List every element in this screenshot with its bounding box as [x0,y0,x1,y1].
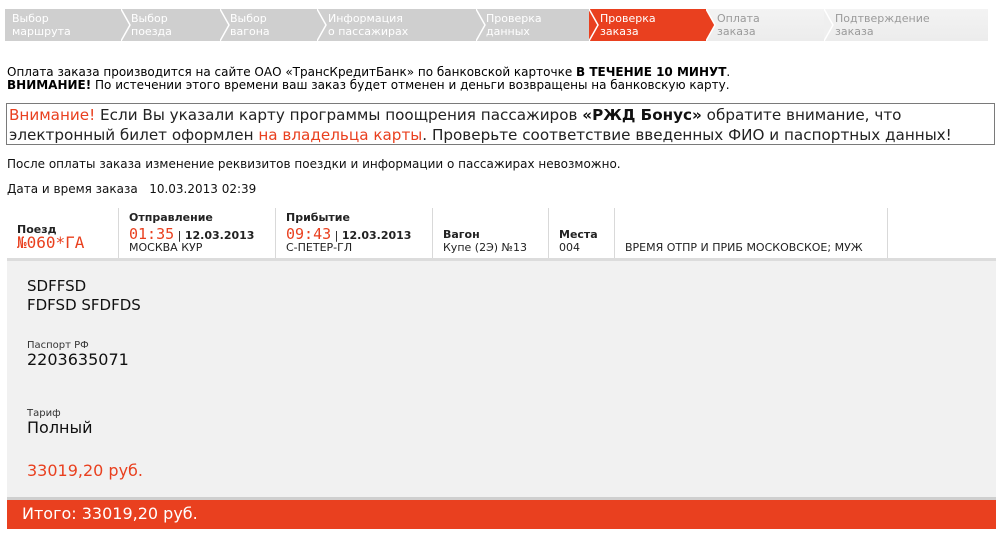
passenger-last-name: SDFFSD [27,277,87,295]
step-arrow-icon [824,9,834,41]
car-cell: Вагон Купе (2Э) №13 [433,208,549,258]
arrival-cell: Прибытие 09:43 | 12.03.2013 С-ПЕТЕР-ГЛ [276,208,433,258]
step-payment: Оплата заказа [707,9,834,41]
step-confirmation: Подтверждение заказа [825,9,988,41]
passenger-first-names: FDFSD SFDFDS [27,296,141,314]
change-notice: После оплаты заказа изменение реквизитов… [7,157,621,171]
step-arrow-icon [589,9,599,41]
seats-value: 004 [559,241,580,254]
bonus-warning: Внимание! Если Вы указали карту программ… [6,103,995,145]
train-cell: Поезд №060*ГА [7,208,119,258]
step-check-data[interactable]: Проверка данных [477,9,599,41]
order-total: Итого: 33019,20 руб. [7,497,996,529]
seats-cell: Места 004 [549,208,615,258]
departure-cell: Отправление 01:35 | 12.03.2013 МОСКВА КУ… [119,208,276,258]
step-arrow-icon [121,9,131,41]
bonus-program-name: «РЖД Бонус» [582,106,702,124]
step-select-route[interactable]: Выбор маршрута [5,9,131,41]
departure-station: МОСКВА КУР [129,241,203,254]
step-arrow-icon [220,9,230,41]
warning-attention: Внимание! [9,106,96,124]
payment-info: Оплата заказа производится на сайте ОАО … [7,66,730,92]
step-select-train[interactable]: Выбор поезда [122,9,230,41]
step-label: Выбор маршрута [12,12,71,38]
train-info-row: Поезд №060*ГА Отправление 01:35 | 12.03.… [7,208,888,258]
step-arrow-icon [706,9,716,41]
car-value: Купе (2Э) №13 [443,241,527,254]
step-select-car[interactable]: Выбор вагона [221,9,327,41]
step-arrow-icon [317,9,327,41]
passenger-panel: SDFFSD FDFSD SFDFDS Паспорт РФ 220363507… [7,258,996,498]
arrival-station: С-ПЕТЕР-ГЛ [286,241,353,254]
order-stepper: Выбор маршрута Выбор поезда Выбор вагона… [5,9,988,41]
time-note: ВРЕМЯ ОТПР И ПРИБ МОСКОВСКОЕ; МУЖ [625,241,863,254]
document-number: 2203635071 [27,350,129,369]
step-check-order: Проверка заказа [590,9,716,41]
step-passenger-info[interactable]: Информация о пассажирах [318,9,486,41]
step-arrow-icon [476,9,486,41]
note-cell: ВРЕМЯ ОТПР И ПРИБ МОСКОВСКОЕ; МУЖ [615,208,888,258]
passenger-price: 33019,20 руб. [27,461,144,480]
order-date: Дата и время заказа 10.03.2013 02:39 [7,182,257,196]
card-owner-text: на владельца карты [258,126,423,144]
payment-info-line2: ВНИМАНИЕ! По истечении этого времени ваш… [7,78,730,92]
tariff-value: Полный [27,418,93,437]
train-number: №060*ГА [17,233,85,252]
